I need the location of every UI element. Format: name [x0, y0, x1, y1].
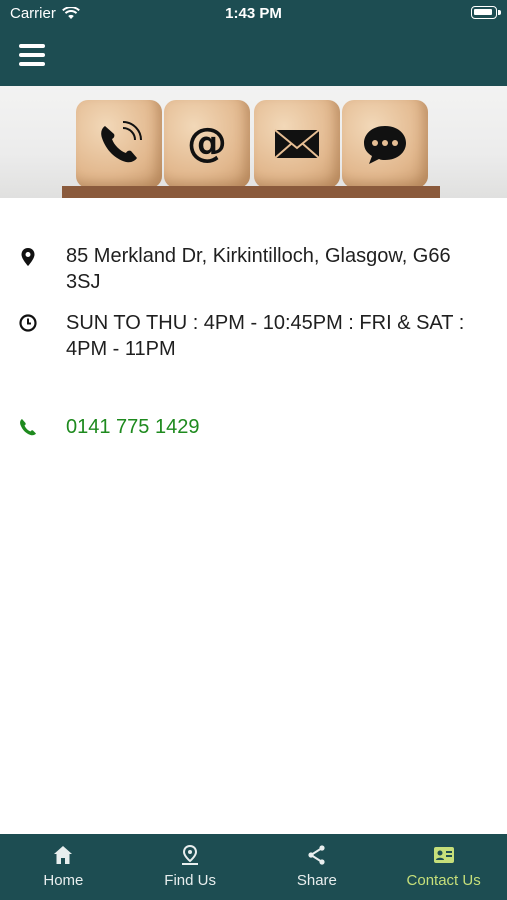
tab-find-us-label: Find Us [164, 872, 216, 889]
envelope-icon [274, 129, 320, 159]
envelope-cube [254, 100, 340, 188]
svg-text:@: @ [187, 120, 227, 166]
chat-bubble-icon [364, 126, 406, 164]
chat-cube [342, 100, 428, 188]
status-bar: Carrier 1:43 PM [0, 0, 507, 28]
at-sign-cube: @ [164, 100, 250, 188]
tab-find-us[interactable]: Find Us [127, 834, 254, 900]
contact-card-icon [433, 847, 454, 863]
address-text: 85 Merkland Dr, Kirkintilloch, Glasgow, … [66, 245, 451, 293]
map-pin-icon [182, 844, 199, 865]
tab-home-label: Home [43, 872, 84, 889]
home-icon [54, 846, 73, 864]
wooden-shelf [62, 186, 440, 198]
tab-share[interactable]: Share [254, 834, 381, 900]
status-time: 1:43 PM [225, 5, 282, 22]
tab-home[interactable]: Home [0, 834, 127, 900]
tab-contact-us[interactable]: Contact Us [380, 834, 507, 900]
battery-icon [471, 6, 501, 19]
tab-contact-us-label: Contact Us [406, 872, 481, 889]
clock-icon [19, 314, 37, 332]
hamburger-menu-icon[interactable] [19, 44, 45, 66]
opening-hours-text: SUN TO THU : 4PM - 10:45PM : FRI & SAT :… [66, 312, 465, 360]
share-icon [308, 845, 325, 865]
phone-cube [76, 100, 162, 188]
contact-banner-image: @ [0, 86, 507, 198]
at-sign-icon: @ [187, 120, 227, 166]
map-marker-icon [21, 248, 35, 266]
phone-number-link[interactable]: 0141 775 1429 [66, 414, 476, 440]
phone-icon [20, 419, 36, 436]
app-header: Carrier 1:43 PM [0, 0, 507, 86]
bottom-tab-bar: Home Find Us Share Contact Us [0, 834, 507, 900]
tab-share-label: Share [296, 872, 337, 889]
phone-icon [101, 121, 142, 163]
